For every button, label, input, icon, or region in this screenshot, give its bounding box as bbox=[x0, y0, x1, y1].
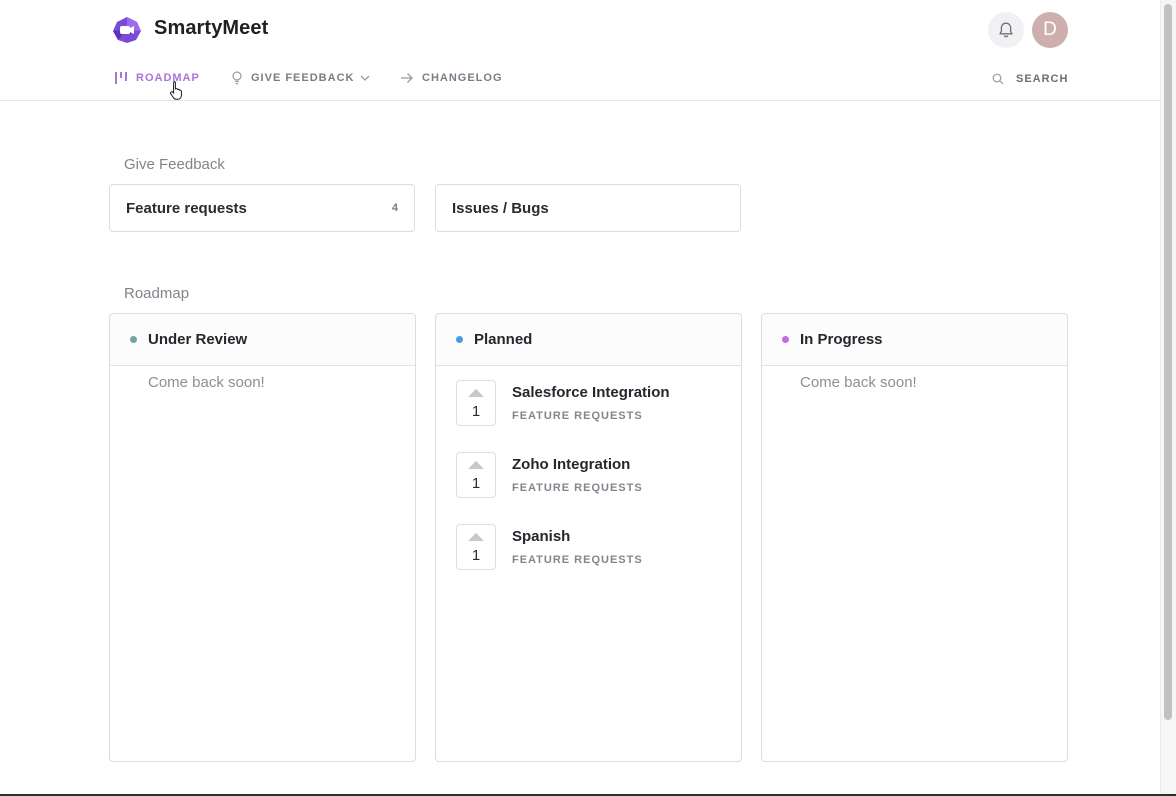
column-title: In Progress bbox=[800, 331, 883, 348]
board-name: Feature requests bbox=[126, 199, 247, 217]
brand-name[interactable]: SmartyMeet bbox=[154, 17, 268, 40]
roadmap-column-under-review: Under Review Come back soon! bbox=[109, 313, 416, 762]
empty-state-text: Come back soon! bbox=[148, 374, 265, 391]
upvote-button[interactable]: 1 bbox=[456, 380, 496, 426]
search-icon bbox=[992, 73, 1004, 85]
vote-count: 1 bbox=[471, 403, 481, 420]
column-header[interactable]: Planned bbox=[436, 314, 741, 366]
vote-count: 1 bbox=[471, 475, 481, 492]
vote-count: 1 bbox=[471, 547, 481, 564]
lightbulb-icon bbox=[232, 71, 242, 85]
bell-icon bbox=[999, 22, 1013, 38]
upvote-triangle-icon bbox=[468, 533, 484, 541]
status-dot bbox=[782, 336, 789, 343]
post-title[interactable]: Zoho Integration bbox=[512, 456, 630, 473]
nav-changelog[interactable]: CHANGELOG bbox=[400, 69, 503, 87]
roadmap-heading: Roadmap bbox=[124, 285, 190, 302]
column-title: Planned bbox=[474, 331, 533, 348]
give-feedback-heading: Give Feedback bbox=[124, 156, 225, 173]
post-board-label[interactable]: FEATURE REQUESTS bbox=[512, 410, 643, 422]
page: SmartyMeet D ROADMAP GIVE FEEDBACK CHANG… bbox=[0, 0, 1160, 794]
upvote-triangle-icon bbox=[468, 389, 484, 397]
roadmap-column-planned: Planned 1 Salesforce Integration FEATURE… bbox=[435, 313, 742, 762]
column-header[interactable]: Under Review bbox=[110, 314, 415, 366]
column-header[interactable]: In Progress bbox=[762, 314, 1067, 366]
smartymeet-logo[interactable] bbox=[112, 16, 142, 44]
board-card-issues-bugs[interactable]: Issues / Bugs bbox=[435, 184, 741, 232]
post-title[interactable]: Salesforce Integration bbox=[512, 384, 670, 401]
board-name: Issues / Bugs bbox=[452, 199, 549, 217]
nav-roadmap-label: ROADMAP bbox=[136, 72, 200, 84]
board-count: 4 bbox=[391, 202, 398, 214]
post-board-label[interactable]: FEATURE REQUESTS bbox=[512, 554, 643, 566]
scrollbar-thumb[interactable] bbox=[1164, 4, 1172, 720]
arrow-right-icon bbox=[401, 73, 413, 83]
roadmap-post: 1 Salesforce Integration FEATURE REQUEST… bbox=[456, 380, 726, 428]
roadmap-post: 1 Zoho Integration FEATURE REQUESTS bbox=[456, 452, 726, 500]
board-card-feature-requests[interactable]: Feature requests 4 bbox=[109, 184, 415, 232]
header-divider bbox=[0, 100, 1160, 101]
nav-roadmap[interactable]: ROADMAP bbox=[114, 69, 200, 87]
status-dot bbox=[130, 336, 137, 343]
upvote-triangle-icon bbox=[468, 461, 484, 469]
post-title[interactable]: Spanish bbox=[512, 528, 570, 545]
upvote-button[interactable]: 1 bbox=[456, 452, 496, 498]
column-title: Under Review bbox=[148, 331, 248, 348]
pointer-cursor-icon bbox=[170, 81, 182, 100]
roadmap-column-in-progress: In Progress Come back soon! bbox=[761, 313, 1068, 762]
nav-changelog-label: CHANGELOG bbox=[422, 72, 503, 84]
notifications-button[interactable] bbox=[988, 12, 1024, 48]
status-dot bbox=[456, 336, 463, 343]
user-avatar[interactable]: D bbox=[1032, 12, 1068, 48]
chevron-down-icon bbox=[360, 74, 370, 82]
search-label: SEARCH bbox=[1016, 73, 1069, 85]
roadmap-post: 1 Spanish FEATURE REQUESTS bbox=[456, 524, 726, 572]
upvote-button[interactable]: 1 bbox=[456, 524, 496, 570]
post-board-label[interactable]: FEATURE REQUESTS bbox=[512, 482, 643, 494]
nav-give-feedback[interactable]: GIVE FEEDBACK bbox=[231, 69, 370, 87]
empty-state-text: Come back soon! bbox=[800, 374, 917, 391]
nav-give-feedback-label: GIVE FEEDBACK bbox=[251, 72, 355, 84]
roadmap-icon bbox=[115, 72, 127, 84]
search-button[interactable]: SEARCH bbox=[992, 70, 1068, 88]
